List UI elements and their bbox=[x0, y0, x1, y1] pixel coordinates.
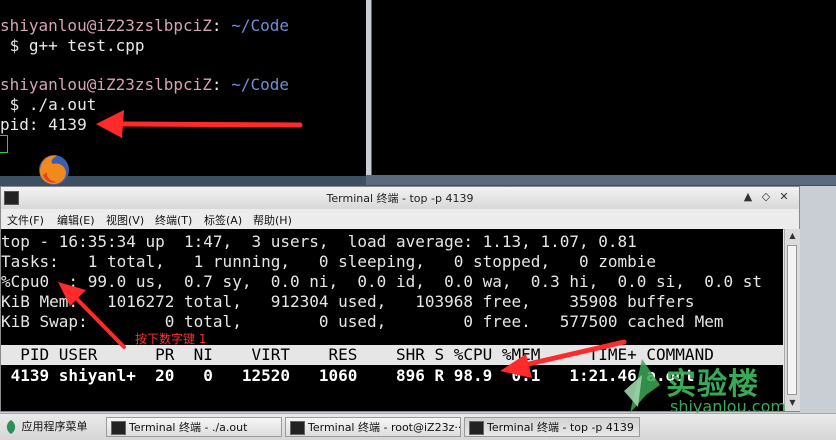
annotation-arrows bbox=[58, 110, 627, 378]
arrow-to-cpu-value bbox=[500, 339, 627, 378]
taskbar: 应用程序菜单 Terminal 终端 - ./a.out Terminal 终端… bbox=[0, 413, 836, 440]
terminal-icon bbox=[111, 421, 126, 435]
terminal-icon bbox=[290, 421, 305, 435]
taskbar-item-top[interactable]: Terminal 终端 - top -p 4139 bbox=[464, 417, 640, 437]
taskbar-item-label: Terminal 终端 - root@iZ23z··· bbox=[308, 421, 461, 434]
terminal-icon bbox=[469, 421, 484, 435]
arrow-to-cpu0 bbox=[58, 282, 126, 349]
taskbar-item-aout[interactable]: Terminal 终端 - ./a.out bbox=[106, 417, 282, 437]
taskbar-item-root[interactable]: Terminal 终端 - root@iZ23z··· bbox=[285, 417, 461, 437]
taskbar-item-label: Terminal 终端 - top -p 4139 bbox=[487, 421, 634, 434]
taskbar-item-label: Terminal 终端 - ./a.out bbox=[129, 421, 248, 434]
leaf-icon bbox=[6, 420, 16, 434]
app-menu-label: 应用程序菜单 bbox=[21, 420, 88, 433]
arrow-to-pid bbox=[96, 110, 303, 138]
app-menu-button[interactable]: 应用程序菜单 bbox=[4, 418, 88, 436]
